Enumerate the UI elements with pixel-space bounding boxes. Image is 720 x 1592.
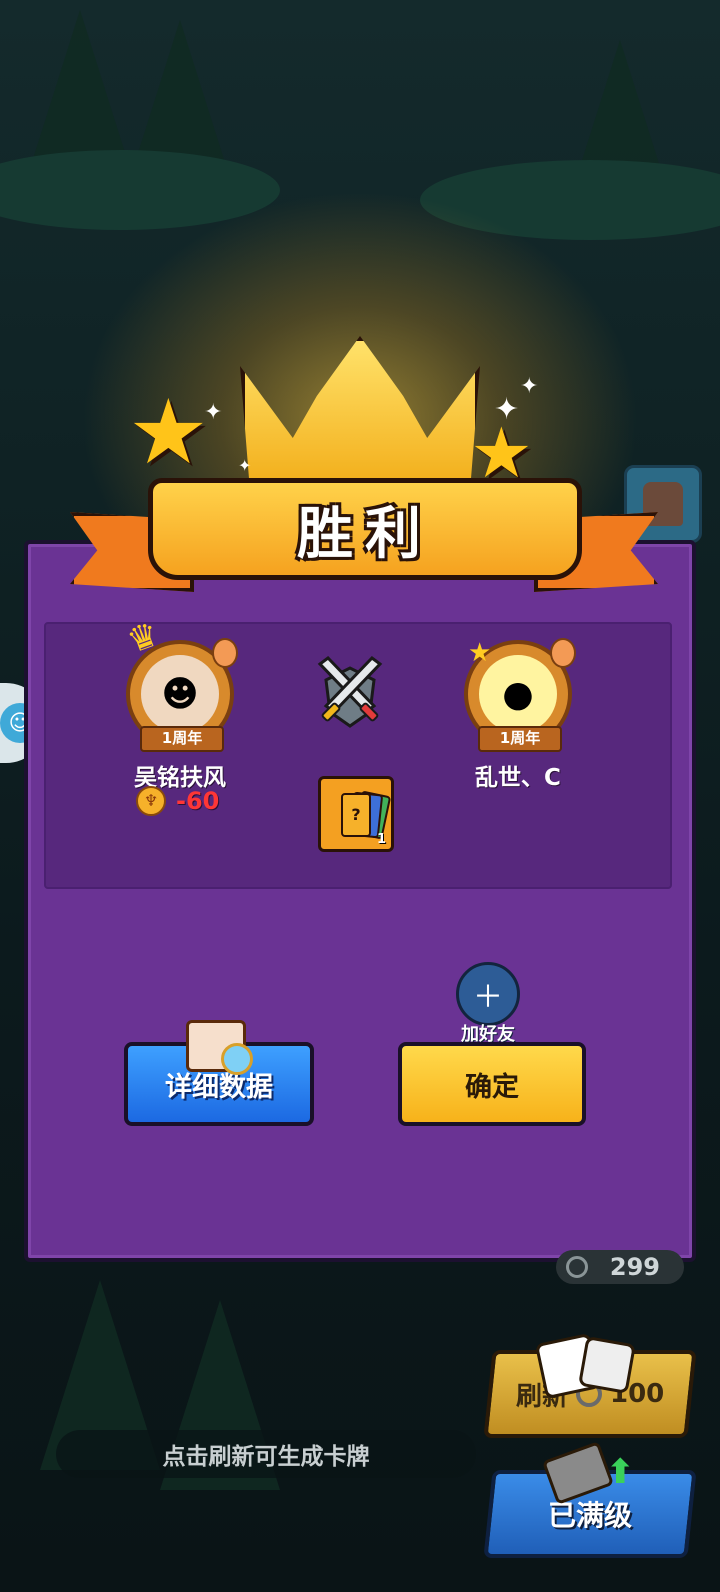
player-avatar: ☻ ♛ 1周年 (122, 614, 238, 752)
up-arrow-icon: ⬆ (606, 1452, 635, 1492)
star-badge-icon: ★ (468, 638, 492, 668)
player-avatar: ● ★ 1周年 (464, 638, 576, 752)
anniversary-badge: 1周年 (478, 726, 562, 752)
trophy-change: ♆ -60 (136, 786, 219, 816)
player-left[interactable]: ☻ ♛ 1周年 吴铭扶风 (110, 614, 250, 792)
add-friend-button[interactable]: ＋ 加好友 (452, 962, 524, 1046)
card-count: 1 (376, 832, 386, 847)
anniversary-badge: 1周年 (140, 726, 224, 752)
card-reward[interactable]: ? 1 (318, 776, 394, 852)
coin-counter: 299 (556, 1250, 684, 1284)
balloon-icon (550, 638, 576, 668)
player-name: 乱世、C (475, 765, 561, 791)
sparkle-icon: ✦ (494, 392, 520, 427)
crossed-swords-icon (317, 656, 383, 728)
victory-banner: 胜利 (148, 478, 582, 580)
trophy-value: -60 (176, 787, 220, 815)
result-title: 胜利 (297, 501, 433, 567)
sparkle-icon: ✦ (204, 400, 223, 425)
coin-value: 299 (609, 1253, 660, 1281)
trophy-icon: ♆ (136, 786, 166, 816)
coin-icon (566, 1256, 588, 1278)
confirm-button[interactable]: 确定 (398, 1042, 586, 1126)
add-friend-icon: ＋ (456, 962, 520, 1026)
star-icon: ★ (128, 380, 209, 485)
player-right[interactable]: ● ★ 1周年 乱世、C (448, 638, 588, 792)
scroll-magnifier-icon (186, 1020, 253, 1075)
confirm-label: 确定 (465, 1071, 519, 1103)
sparkle-icon: ✦ (238, 456, 252, 475)
dice-icon (578, 1336, 636, 1394)
card-icon: ? (341, 793, 371, 837)
magnifier-icon (221, 1043, 253, 1075)
hint-text: 点击刷新可生成卡牌 (162, 1444, 370, 1470)
hint-bar: 点击刷新可生成卡牌 (56, 1430, 476, 1478)
sparkle-icon: ✦ (520, 374, 539, 399)
player-portrait: ☻ (141, 655, 219, 733)
game-screen: ☺ ★ ★ ✦ ✦ ✦ ✦ 胜利 ☻ ♛ 1周年 吴铭扶风 ♆ -60 ? 1 … (0, 0, 720, 1592)
balloon-icon (212, 638, 238, 668)
